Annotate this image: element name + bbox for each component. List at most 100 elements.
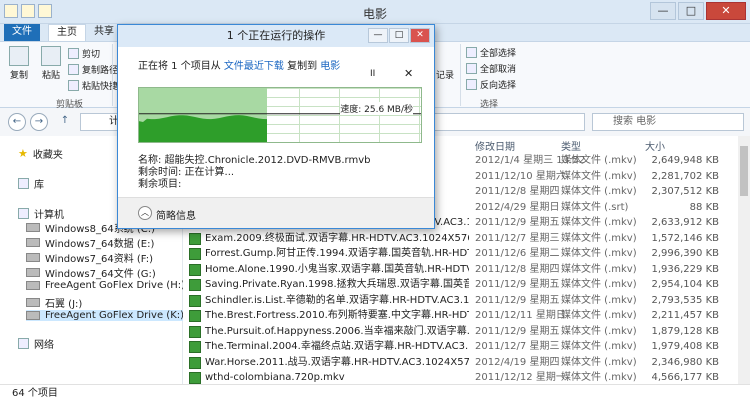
cut-label: 剪切: [82, 50, 101, 60]
column-size[interactable]: 大小: [645, 138, 665, 153]
window-title: 电影: [362, 7, 387, 21]
scissors-icon: [68, 48, 79, 59]
restore-button[interactable]: □: [678, 2, 704, 20]
library-icon: [18, 178, 29, 189]
pause-button[interactable]: II: [370, 69, 375, 79]
fewer-details-link[interactable]: 简略信息: [156, 207, 196, 222]
drive-icon: [26, 311, 40, 320]
drive-icon: [26, 268, 40, 277]
back-button[interactable]: ←: [8, 113, 26, 131]
nav-favorites-label: 收藏夹: [32, 150, 63, 161]
drive-icon: [26, 223, 40, 232]
forward-button[interactable]: →: [30, 113, 48, 131]
drive-label: Windows7_64文件 (G:): [45, 269, 156, 280]
video-file-icon: [189, 341, 201, 353]
paste-icon: [41, 46, 61, 66]
nav-network[interactable]: 网络: [18, 336, 54, 351]
video-file-icon: [189, 310, 201, 322]
tab-home[interactable]: 主页: [48, 24, 86, 41]
speed-curve: [139, 113, 421, 142]
speed-area: [139, 115, 267, 142]
copy-label: 复制: [9, 71, 28, 81]
status-bar: 64 个项目: [0, 384, 750, 403]
paste-button[interactable]: 粘贴: [36, 46, 66, 81]
transfer-speed-graph: 速度: 25.6 MB/秒: [138, 87, 422, 143]
speed-label: 速度: 25.6 MB/秒: [340, 102, 413, 115]
nav-drive[interactable]: Windows7_64数据 (E:): [26, 235, 154, 250]
column-type[interactable]: 类型: [561, 138, 581, 153]
source-link[interactable]: 文件最近下载: [224, 61, 284, 72]
drive-icon: [26, 238, 40, 247]
drive-label: 石翼 (J:): [45, 299, 83, 310]
select-all-button[interactable]: 全部选择: [466, 46, 516, 59]
divider: [460, 44, 461, 106]
drive-label: Windows7_64资料 (F:): [45, 254, 154, 265]
select-none-button[interactable]: 全部取消: [466, 62, 516, 75]
nav-drive[interactable]: Windows7_64资料 (F:): [26, 250, 153, 265]
nav-favorites[interactable]: ★ 收藏夹: [18, 146, 63, 161]
nav-drive-selected[interactable]: FreeAgent GoFlex Drive (K:): [26, 310, 191, 321]
video-file-icon: [189, 356, 201, 369]
video-file-icon: [189, 325, 201, 338]
select-none-icon: [466, 63, 477, 74]
dialog-restore-button[interactable]: □: [389, 28, 409, 43]
video-file-icon: [189, 372, 201, 384]
copy-path-icon: [68, 64, 79, 75]
chevron-up-icon[interactable]: ︿: [138, 206, 152, 220]
invert-selection-label: 反向选择: [480, 81, 517, 91]
dialog-close-button[interactable]: ✕: [410, 28, 430, 43]
select-none-label: 全部取消: [480, 65, 517, 75]
history-label: 记录: [436, 71, 455, 81]
column-date[interactable]: 修改日期: [475, 138, 515, 153]
copy-mid: 复制到: [287, 61, 318, 72]
tab-file[interactable]: 文件: [4, 24, 40, 41]
copy-path-button[interactable]: 复制路径: [68, 63, 118, 76]
star-icon: ★: [18, 147, 28, 160]
network-icon: [18, 338, 29, 349]
close-button[interactable]: ✕: [706, 2, 746, 20]
video-file-icon: [189, 263, 201, 276]
paste-label: 粘贴: [41, 71, 60, 81]
drive-icon: [26, 253, 40, 262]
select-all-icon: [466, 47, 477, 58]
invert-selection-button[interactable]: 反向选择: [466, 78, 516, 91]
destination-link[interactable]: 电影: [320, 61, 340, 72]
items-remaining-line: 剩余项目:: [138, 179, 182, 190]
copy-button[interactable]: 复制: [4, 46, 34, 81]
cancel-button[interactable]: ✕: [404, 67, 413, 80]
divider: [112, 44, 113, 106]
nav-computer-label: 计算机: [34, 210, 64, 221]
scrollbar-thumb[interactable]: [740, 146, 748, 196]
video-file-icon: [189, 232, 201, 245]
window-titlebar: 电影 — □ ✕: [0, 0, 750, 24]
minimize-button[interactable]: —: [650, 2, 676, 20]
vertical-scrollbar[interactable]: [738, 136, 750, 384]
nav-drive[interactable]: Windows7_64文件 (G:): [26, 265, 156, 280]
drive-icon: [26, 281, 40, 290]
search-placeholder: 搜索 电影: [613, 116, 657, 127]
cut-button[interactable]: 剪切: [68, 47, 100, 60]
dialog-minimize-button[interactable]: —: [368, 28, 388, 43]
nav-drive[interactable]: FreeAgent GoFlex Drive (H:): [26, 280, 185, 291]
nav-library[interactable]: 库: [18, 176, 44, 191]
video-file-icon: [189, 294, 201, 307]
drive-label: Windows7_64数据 (E:): [45, 239, 155, 250]
video-file-icon: [189, 248, 201, 260]
history-button[interactable]: 记录: [436, 68, 454, 81]
item-count: 64 个项目: [12, 388, 58, 399]
nav-network-label: 网络: [34, 340, 54, 351]
nav-computer[interactable]: 计算机: [18, 206, 64, 221]
nav-drive[interactable]: 石翼 (J:): [26, 295, 82, 310]
nav-library-label: 库: [34, 180, 44, 191]
computer-icon: [18, 208, 29, 219]
up-button[interactable]: ↑: [56, 113, 74, 131]
paste-shortcut-icon: [68, 80, 79, 91]
copy-progress-dialog: 1 个正在运行的操作 — □ ✕ 正在将 1 个项目从 文件最近下载 复制到 电…: [117, 24, 435, 229]
copy-prefix: 正在将 1 个项目从: [138, 61, 221, 72]
drive-label: FreeAgent GoFlex Drive (K:): [45, 310, 185, 321]
copy-description: 正在将 1 个项目从 文件最近下载 复制到 电影: [138, 57, 340, 72]
drive-label: FreeAgent GoFlex Drive (H:): [45, 280, 185, 291]
invert-selection-icon: [466, 79, 477, 90]
video-file-icon: [189, 279, 201, 291]
search-input[interactable]: 搜索 电影: [592, 113, 744, 131]
